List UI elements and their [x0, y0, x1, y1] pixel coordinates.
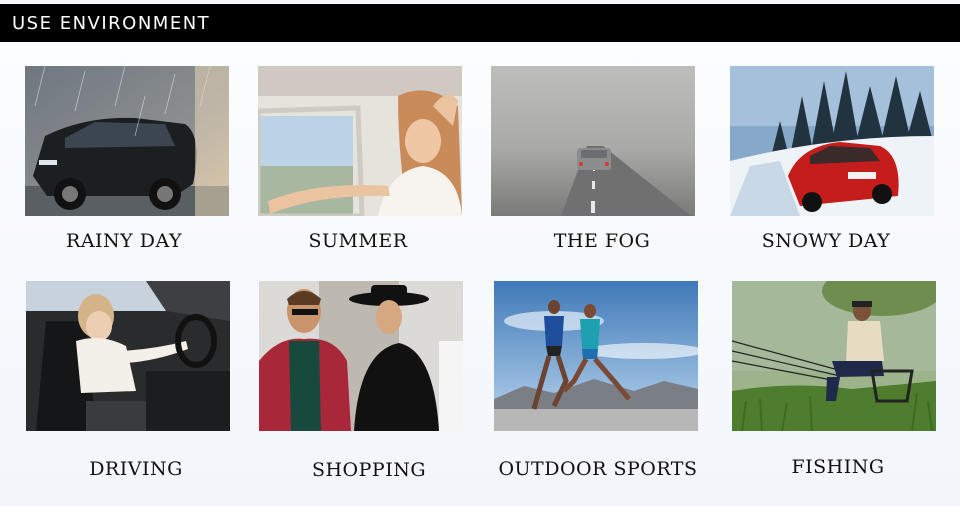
driving-photo [26, 281, 230, 431]
driving-caption: DRIVING [89, 458, 183, 480]
summer-photo [258, 66, 462, 216]
fog-caption: THE FOG [553, 230, 651, 252]
fishing-caption: FISHING [791, 456, 885, 478]
outdoor-sports-caption: OUTDOOR SPORTS [498, 458, 698, 480]
rainy-day-caption: RAINY DAY [66, 230, 182, 252]
rainy-day-photo [25, 66, 229, 216]
summer-caption: SUMMER [308, 230, 408, 252]
outdoor-sports-photo [494, 281, 698, 431]
section-title: USE ENVIRONMENT [12, 13, 211, 34]
fog-photo [491, 66, 695, 216]
shopping-photo [259, 281, 463, 431]
snowy-day-photo [730, 66, 934, 216]
section-header-bar: USE ENVIRONMENT [0, 4, 960, 42]
snowy-day-caption: SNOWY DAY [761, 230, 891, 252]
shopping-caption: SHOPPING [311, 459, 427, 481]
fishing-photo [732, 281, 936, 431]
